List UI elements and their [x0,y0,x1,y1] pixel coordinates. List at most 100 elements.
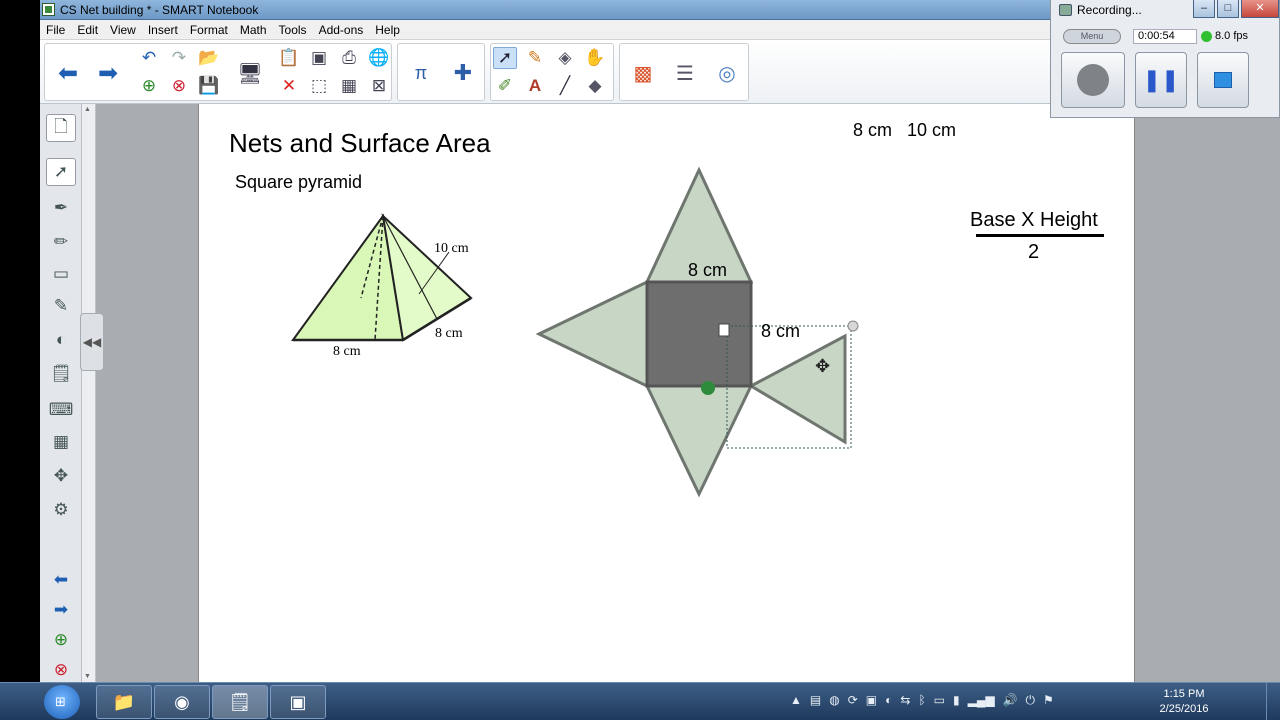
creative-pen-icon[interactable]: ✐ [493,75,517,97]
document-camera-icon[interactable]: ⎙ [337,47,361,69]
menu-insert[interactable]: Insert [142,23,184,37]
page-sorter-icon[interactable]: 🗋 [46,114,76,142]
menu-edit[interactable]: Edit [71,23,104,37]
full-screen-icon[interactable]: ⬚ [307,75,331,97]
workspace-margin-left [96,104,198,682]
tray-security-icon[interactable]: ◍ [829,693,839,708]
pyramid-side-label: 8 cm [435,326,463,341]
undo-icon[interactable]: ↶ [137,47,161,69]
taskbar-chrome-icon[interactable]: ◉ [154,685,210,719]
menu-view[interactable]: View [104,23,142,37]
recording-status-dot-icon [1201,31,1212,42]
redo-icon[interactable]: ↷ [167,47,191,69]
paste-icon[interactable]: 📋 [277,47,301,69]
keyboard-icon[interactable]: ⌨ [46,396,76,424]
net-right-triangle [747,333,847,445]
addons-puzzle-icon[interactable]: ✚ [446,48,480,98]
sidebar-notes-icon[interactable]: 🗒 [46,360,76,388]
pen-tool-icon[interactable]: ✎ [523,47,547,69]
menu-file[interactable]: File [40,23,71,37]
show-desktop-button[interactable] [1266,683,1280,720]
recorder-minimize-button[interactable]: – [1193,0,1215,18]
formula-numerator[interactable]: Base X Height [970,209,1098,232]
screen-shade-icon[interactable]: 🖥 [233,48,267,98]
page-title[interactable]: Nets and Surface Area [229,128,491,159]
tray-volume-icon[interactable]: 🔊 [1003,693,1018,708]
tray-signal-icon[interactable]: ▂▄▆ [968,693,995,708]
eraser-tool-icon[interactable]: ◈ [553,47,577,69]
recorder-app-icon [1059,4,1072,16]
taskbar-smart-notebook-icon[interactable]: 🗒 [212,685,268,719]
tray-power-icon[interactable]: ⏻ [1026,693,1036,708]
right-click-icon[interactable]: ✥ [46,462,76,490]
sidebar-eraser-icon[interactable]: ▭ [46,260,76,288]
pyramid-net-figure[interactable]: 8 cm 8 cm ✥ [529,164,869,504]
add-page-icon[interactable]: ⊕ [137,75,161,97]
formula-denominator[interactable]: 2 [1028,241,1039,264]
tray-app-icon[interactable]: ◐ [885,693,892,708]
screen-capture-icon[interactable]: ▣ [307,47,331,69]
math-tools-icon[interactable]: π [404,48,438,98]
recorder-menu-button[interactable]: Menu [1063,29,1121,44]
menu-help[interactable]: Help [369,23,406,37]
internet-browser-icon[interactable]: 🌐 [367,47,391,69]
tray-battery-icon[interactable]: ▮ [953,693,960,708]
select-tool-icon[interactable]: ➚ [493,47,517,69]
select-pointer-icon[interactable]: ➚ [46,158,76,186]
tray-monitor-icon[interactable]: ▭ [934,693,945,708]
insert-table-icon[interactable]: ▦ [337,75,361,97]
recorder-close-button[interactable]: ✕ [1241,0,1279,18]
menu-format[interactable]: Format [184,23,234,37]
tray-show-hidden-icon[interactable]: ▲ [790,693,802,708]
open-file-icon[interactable]: 📂 [197,47,221,69]
sidebar-pen-icon[interactable]: ✒ [46,194,76,222]
record-button[interactable] [1061,52,1125,108]
taskbar-explorer-icon[interactable]: 📁 [96,685,152,719]
settings-gear-icon[interactable]: ⚙ [46,496,76,524]
magic-pen-icon[interactable]: ✋ [583,47,607,69]
line-style-icon[interactable]: ☰ [668,48,702,98]
menu-tools[interactable]: Tools [273,23,313,37]
net-top-label: 8 cm [688,260,727,280]
save-icon[interactable]: 💾 [197,75,221,97]
notebook-page[interactable]: Nets and Surface Area Square pyramid 8 c… [198,104,1135,682]
tray-update-icon[interactable]: ⟳ [848,693,858,708]
smart-notebook-app-icon[interactable] [42,3,55,16]
tray-display-icon[interactable]: ▣ [866,693,877,708]
pause-button[interactable]: ❚❚ [1135,52,1187,108]
recorder-maximize-button[interactable]: □ [1217,0,1239,18]
menu-addons[interactable]: Add-ons [313,23,370,37]
sidebar-scrollbar[interactable] [82,104,96,682]
stop-button[interactable] [1197,52,1249,108]
taskbar-clock[interactable]: 1:15 PM 2/25/2016 [1148,687,1220,717]
sidebar-previous-icon[interactable]: ⬅ [46,566,76,594]
calculator-icon[interactable]: ▦ [46,428,76,456]
close-screen-icon[interactable]: ⊠ [367,75,391,97]
sidebar-add-page-icon[interactable]: ⊕ [46,626,76,654]
tray-bluetooth-icon[interactable]: ᛒ [918,693,925,708]
side-tabs: 🗋 ➚ ✒ ✏ ▭ ✎ ◐ 🗒 ⌨ ▦ ✥ ⚙ ⬅ ➡ ⊕ ⊗ [40,104,82,682]
taskbar-recorder-icon[interactable]: ▣ [270,685,326,719]
line-tool-icon[interactable]: ╱ [553,75,577,97]
menu-math[interactable]: Math [234,23,273,37]
fill-tool-icon[interactable]: ◆ [583,75,607,97]
square-pyramid-figure[interactable]: 10 cm 8 cm 8 cm [279,204,499,364]
dimensions-note[interactable]: 8 cm 10 cm [853,120,956,141]
collapse-sidebar-handle[interactable]: ◀◀ [80,313,104,371]
tray-sync-icon[interactable]: ⇆ [900,693,910,708]
color-palette-icon[interactable]: ▩ [626,48,660,98]
tray-network-drive-icon[interactable]: ▤ [810,693,821,708]
text-tool-icon[interactable]: A [523,75,547,97]
sidebar-next-icon[interactable]: ➡ [46,596,76,624]
delete-icon[interactable]: ✕ [277,75,301,97]
next-page-icon[interactable]: ➡ [91,48,125,98]
sidebar-magic-pen-icon[interactable]: ◐ [46,326,76,354]
tray-action-center-icon[interactable]: ⚑ [1043,693,1054,708]
transparency-icon[interactable]: ◎ [710,48,744,98]
page-subtitle[interactable]: Square pyramid [235,172,362,193]
delete-page-icon[interactable]: ⊗ [167,75,191,97]
sidebar-marker-icon[interactable]: ✎ [46,292,76,320]
previous-page-icon[interactable]: ⬅ [51,48,85,98]
sidebar-highlighter-icon[interactable]: ✏ [46,228,76,256]
sidebar-delete-page-icon[interactable]: ⊗ [46,656,76,684]
